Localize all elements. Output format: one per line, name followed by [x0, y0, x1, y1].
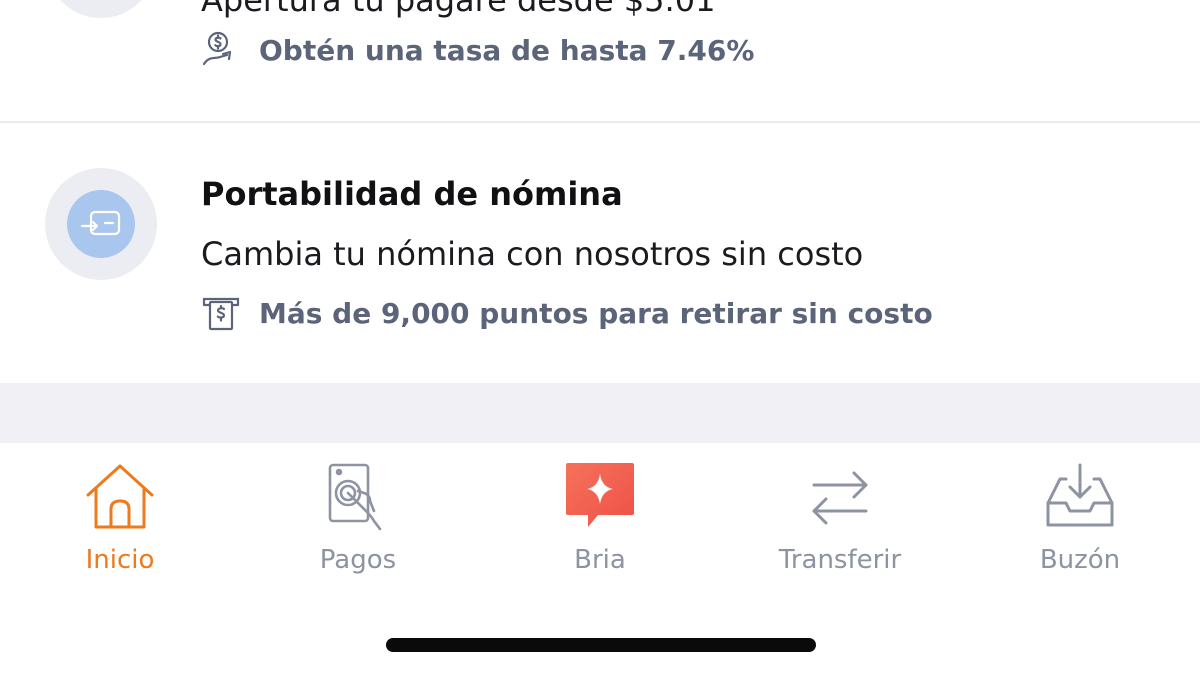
- payroll-subtitle: Cambia tu nómina con nosotros sin costo: [201, 235, 864, 273]
- tab-label-buzon: Buzón: [1039, 545, 1121, 575]
- app-screen: Apertura tu pagaré desde $5.01 Obtén una…: [0, 0, 1200, 674]
- tab-label-transferir: Transferir: [778, 545, 902, 575]
- tab-label-pagos: Pagos: [319, 545, 397, 575]
- promo-card-perk: Obtén una tasa de hasta 7.46%: [201, 30, 754, 70]
- tab-bria[interactable]: Bria: [500, 461, 700, 581]
- payroll-perk: Más de 9,000 puntos para retirar sin cos…: [201, 293, 933, 333]
- tab-label-bria: Bria: [574, 545, 626, 575]
- section-separator: [0, 383, 1200, 443]
- payroll-avatar: [45, 168, 157, 280]
- promo-card-perk-text: Obtén una tasa de hasta 7.46%: [259, 33, 755, 67]
- payroll-title: Portabilidad de nómina: [201, 175, 623, 213]
- home-indicator[interactable]: [386, 638, 816, 652]
- tab-buzon[interactable]: Buzón: [980, 461, 1180, 581]
- payroll-perk-text: Más de 9,000 puntos para retirar sin cos…: [259, 296, 933, 330]
- money-growth-icon: [201, 30, 241, 70]
- tab-transferir[interactable]: Transferir: [740, 461, 940, 581]
- transfer-arrows-icon: [804, 461, 876, 533]
- tab-inicio[interactable]: Inicio: [20, 461, 220, 581]
- tab-label-inicio: Inicio: [85, 545, 155, 575]
- promo-card-pagare[interactable]: Apertura tu pagaré desde $5.01 Obtén una…: [0, 0, 1200, 121]
- tab-pagos[interactable]: Pagos: [258, 461, 458, 581]
- atm-cash-icon: [201, 293, 241, 333]
- promo-card-title: Apertura tu pagaré desde $5.01: [201, 0, 716, 19]
- promo-card-avatar: [46, 0, 156, 18]
- promo-card-payroll[interactable]: Portabilidad de nómina Cambia tu nómina …: [0, 123, 1200, 383]
- payroll-transfer-icon: [67, 190, 135, 258]
- tap-to-pay-icon: [322, 461, 394, 533]
- inbox-download-icon: [1044, 461, 1116, 533]
- home-icon: [84, 461, 156, 533]
- assistant-sparkle-icon: [564, 461, 636, 533]
